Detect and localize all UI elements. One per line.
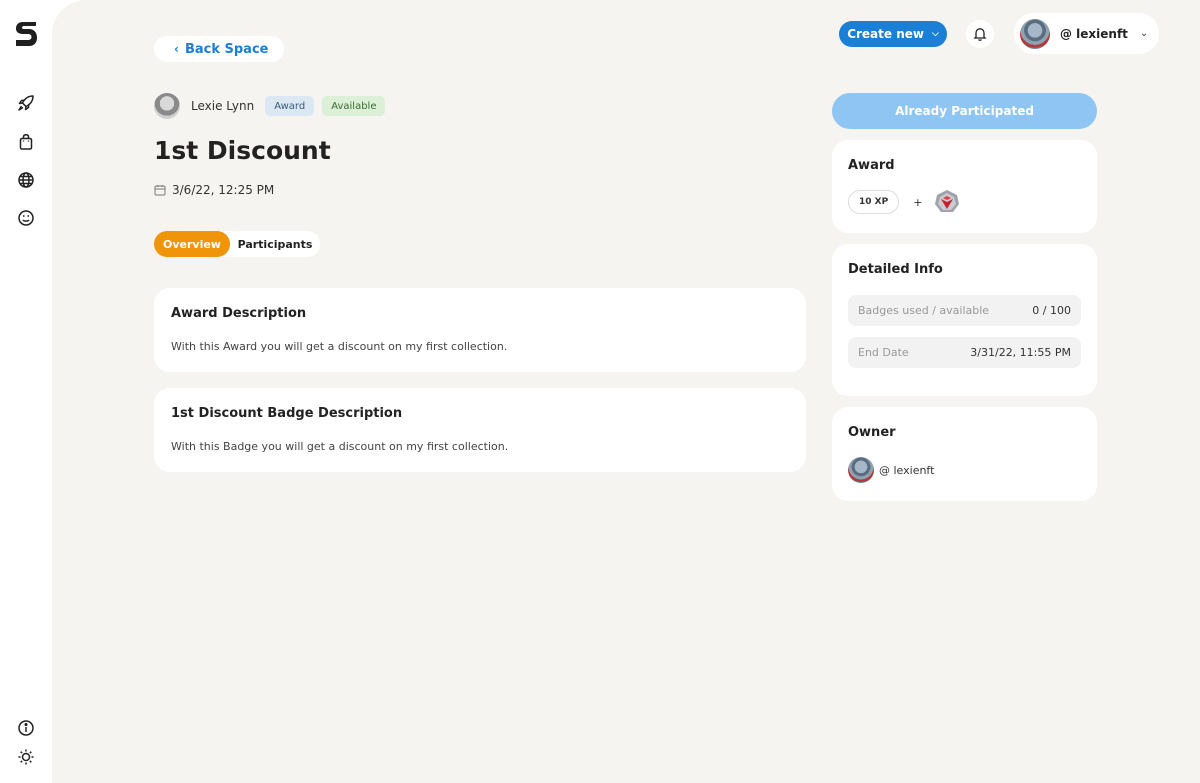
author-name[interactable]: Lexie Lynn [191,99,254,113]
owner-name: @ lexienft [879,463,935,477]
award-description-title: Award Description [171,306,307,321]
award-description-text: With this Award you will get a discount … [171,340,508,353]
smiley-icon[interactable] [17,209,35,227]
shopping-bag-icon[interactable] [17,133,35,151]
owner-card: Owner @ lexienft [832,407,1097,501]
award-card: Award 10 XP + [832,140,1097,233]
award-card-title: Award [848,158,895,173]
tab-participants[interactable]: Participants [230,231,320,257]
status-badge: Available [322,96,386,116]
badge-icon[interactable] [934,189,960,215]
page-title: 1st Discount [154,136,331,165]
back-space-button[interactable]: ‹ Back Space [154,36,285,62]
created-date: 3/6/22, 12:25 PM [172,183,275,197]
info-row-end-date: End Date 3/31/22, 11:55 PM [848,337,1081,368]
award-description-card: Award Description With this Award you wi… [154,288,806,372]
detailed-info-card: Detailed Info Badges used / available 0 … [832,244,1097,396]
main-content: ‹ Back Space Lexie Lynn Award Available … [52,0,1200,783]
chevron-down-icon: ⌄ [1139,28,1149,39]
sidebar [0,0,52,783]
plus-sign: + [913,195,923,209]
info-icon[interactable] [17,719,35,737]
user-name: @ lexienft [1060,26,1128,41]
chevron-left-icon: ‹ [174,42,179,56]
detailed-info-title: Detailed Info [848,262,943,277]
info-value: 3/31/22, 11:55 PM [970,346,1071,359]
author-avatar[interactable] [154,93,180,119]
rocket-icon[interactable] [17,94,35,112]
info-label: End Date [858,346,909,359]
badge-description-title: 1st Discount Badge Description [171,406,403,421]
notifications-button[interactable] [966,20,994,48]
owner-row[interactable]: @ lexienft [848,457,1081,483]
chevron-down-icon: ⌵ [931,29,939,39]
user-avatar [1020,18,1050,49]
owner-avatar [848,457,874,483]
calendar-icon [154,185,166,196]
globe-icon[interactable] [17,171,35,189]
bell-icon [973,28,987,41]
create-new-button[interactable]: Create new ⌵ [839,21,947,47]
info-row-badges: Badges used / available 0 / 100 [848,295,1081,326]
author-row: Lexie Lynn Award Available [154,93,386,119]
already-participated-button[interactable]: Already Participated [832,93,1097,129]
info-label: Badges used / available [858,304,990,317]
info-value: 0 / 100 [1032,304,1071,317]
tab-overview[interactable]: Overview [154,231,230,257]
badge-description-text: With this Badge you will get a discount … [171,440,509,453]
badge-description-card: 1st Discount Badge Description With this… [154,388,806,472]
back-space-label: Back Space [184,41,269,57]
award-row: 10 XP + [848,189,1081,215]
owner-title: Owner [848,425,896,440]
app-logo[interactable] [14,19,38,49]
type-badge: Award [265,96,315,116]
create-new-label: Create new [847,27,924,41]
xp-chip: 10 XP [848,190,900,214]
sun-icon[interactable] [17,748,35,766]
tab-bar: Overview Participants [154,231,320,257]
user-menu[interactable]: @ lexienft ⌄ [1014,13,1159,54]
date-row: 3/6/22, 12:25 PM [154,183,274,197]
